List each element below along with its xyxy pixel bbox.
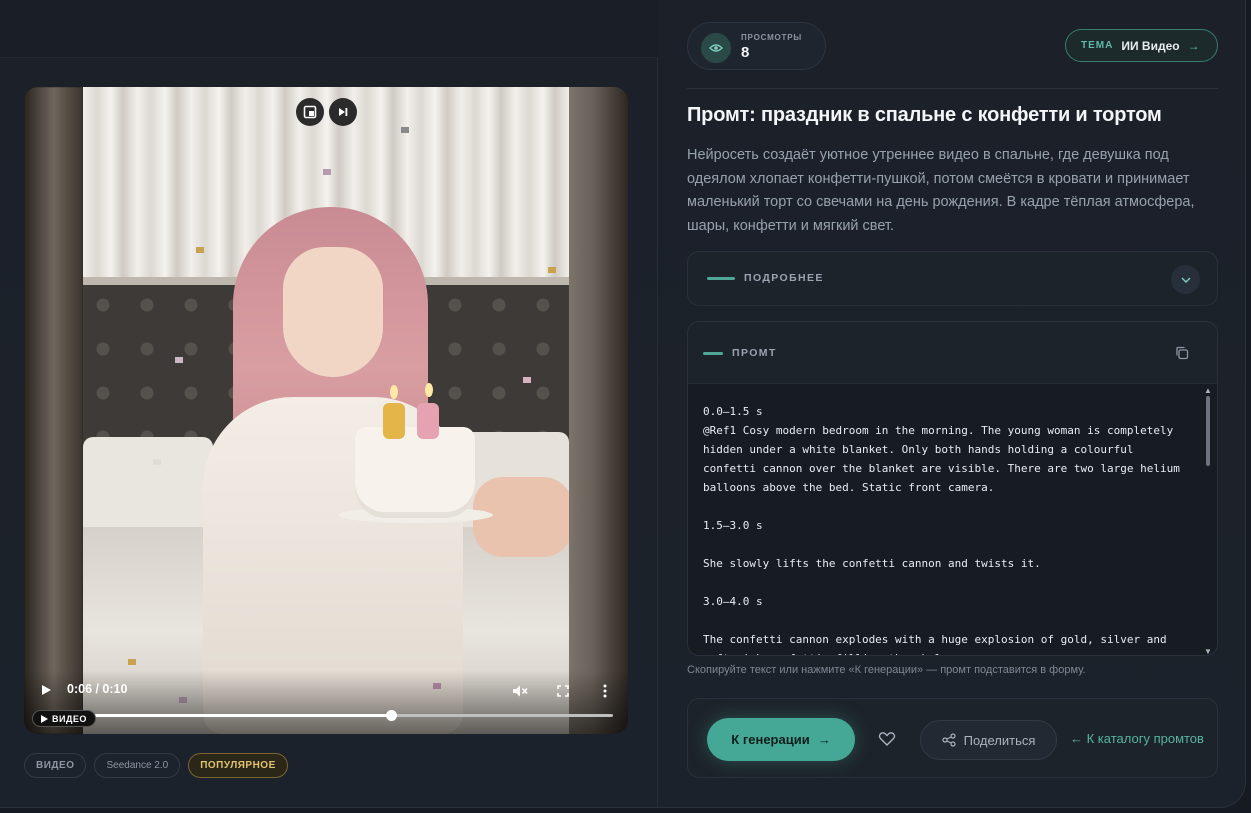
share-icon xyxy=(941,733,956,747)
confetti-piece xyxy=(196,247,204,253)
candle-flame xyxy=(425,383,433,397)
video-seek-bar[interactable] xyxy=(84,710,613,721)
prompt-title: ПРОМТ xyxy=(703,347,777,359)
arrow-right-icon: → xyxy=(817,732,831,747)
details-header: ПОДРОБНЕЕ xyxy=(707,272,824,284)
top-band xyxy=(0,0,658,58)
confetti-piece xyxy=(523,377,531,383)
tag-list: ВИДЕО Seedance 2.0 ПОПУЛЯРНОЕ xyxy=(24,753,288,778)
generate-label: К генерации xyxy=(731,732,810,747)
video-blur-left xyxy=(24,87,83,734)
more-options-button[interactable] xyxy=(603,684,607,701)
play-small-icon xyxy=(41,714,48,723)
actions-panel: К генерации → Поделиться ← К каталогу пр… xyxy=(687,698,1218,778)
volume-muted-icon xyxy=(513,685,528,697)
prompt-label: ПРОМТ xyxy=(732,347,777,359)
copy-hint: Скопируйте текст или нажмите «К генераци… xyxy=(687,664,1086,676)
confetti-piece xyxy=(548,267,556,273)
mute-button[interactable] xyxy=(512,684,528,701)
candle-6 xyxy=(417,403,439,439)
page-title: Промт: праздник в спальне с конфетти и т… xyxy=(687,104,1162,126)
views-label: ПРОСМОТРЫ xyxy=(741,33,803,42)
views-count: 8 xyxy=(741,44,750,61)
back-to-catalog-link[interactable]: ← К каталогу промтов xyxy=(1070,731,1204,746)
video-player[interactable] xyxy=(24,87,628,734)
details-accordion[interactable]: ПОДРОБНЕЕ xyxy=(687,251,1218,306)
candle-flame xyxy=(390,385,398,399)
prompt-scrollbar[interactable]: ▲ ▼ xyxy=(1203,386,1213,655)
prompt-panel: ПРОМТ 0.0–1.5 s @Ref1 Cosy modern bedroo… xyxy=(687,321,1218,656)
share-label: Поделиться xyxy=(963,732,1036,748)
seek-progress xyxy=(84,714,391,717)
play-button[interactable] xyxy=(40,683,52,700)
scroll-thumb[interactable] xyxy=(1206,396,1210,466)
scroll-up-icon[interactable]: ▲ xyxy=(1204,386,1212,395)
fullscreen-button[interactable] xyxy=(557,685,569,700)
confetti-piece xyxy=(401,127,409,133)
fullscreen-icon xyxy=(557,685,569,697)
accent-bar xyxy=(703,351,723,355)
woman-face xyxy=(283,247,383,377)
generate-button[interactable]: К генерации → xyxy=(707,718,855,761)
pip-icon xyxy=(303,105,317,119)
tag-video[interactable]: ВИДЕО xyxy=(24,753,87,778)
confetti-piece xyxy=(128,659,136,665)
column-divider xyxy=(657,58,658,807)
views-counter: ПРОСМОТРЫ 8 xyxy=(687,22,826,70)
prompt-text: 0.0–1.5 s @Ref1 Cosy modern bedroom in t… xyxy=(703,405,1180,655)
share-button[interactable]: Поделиться xyxy=(920,720,1057,760)
accent-bar xyxy=(707,276,735,280)
time-display: 0:06 / 0:10 xyxy=(67,682,128,696)
confetti-piece xyxy=(175,357,183,363)
copy-icon[interactable] xyxy=(1175,346,1189,360)
eye-icon xyxy=(701,33,731,63)
video-badge-label: ВИДЕО xyxy=(52,713,87,724)
candle-2 xyxy=(383,403,405,439)
prompt-text-area[interactable]: 0.0–1.5 s @Ref1 Cosy modern bedroom in t… xyxy=(688,384,1217,655)
video-blur-right xyxy=(569,87,628,734)
video-controls xyxy=(24,670,628,734)
confetti-piece xyxy=(323,169,331,175)
skip-forward-button[interactable] xyxy=(329,98,357,126)
skip-next-icon xyxy=(339,108,348,116)
video-frame xyxy=(83,87,569,734)
scroll-down-icon[interactable]: ▼ xyxy=(1204,647,1212,655)
header-divider xyxy=(687,88,1218,89)
details-label: ПОДРОБНЕЕ xyxy=(744,272,824,284)
chevron-down-icon xyxy=(1181,277,1190,283)
theme-link[interactable]: ТЕМА ИИ Видео → xyxy=(1065,29,1218,62)
play-icon xyxy=(42,685,51,695)
expand-button[interactable] xyxy=(1171,265,1200,294)
birthday-cake xyxy=(355,427,475,512)
theme-value: ИИ Видео xyxy=(1121,38,1180,53)
prompt-header: ПРОМТ xyxy=(688,322,1217,384)
heart-icon[interactable] xyxy=(877,729,897,749)
arrow-right-icon: → xyxy=(1187,38,1200,53)
confetti-piece xyxy=(153,459,161,465)
kebab-menu-icon xyxy=(603,684,607,698)
theme-key: ТЕМА xyxy=(1081,40,1114,51)
tag-popular[interactable]: ПОПУЛЯРНОЕ xyxy=(188,753,288,778)
page-description: Нейросеть создаёт уютное утреннее видео … xyxy=(687,147,1195,234)
seek-knob[interactable] xyxy=(385,710,397,721)
picture-in-picture-button[interactable] xyxy=(296,98,324,126)
video-type-badge: ВИДЕО xyxy=(32,710,96,727)
page-frame: 0:06 / 0:10 ВИДЕО ВИДЕО Seedance 2.0 ПОП… xyxy=(0,0,1246,808)
tag-model[interactable]: Seedance 2.0 xyxy=(94,753,181,778)
